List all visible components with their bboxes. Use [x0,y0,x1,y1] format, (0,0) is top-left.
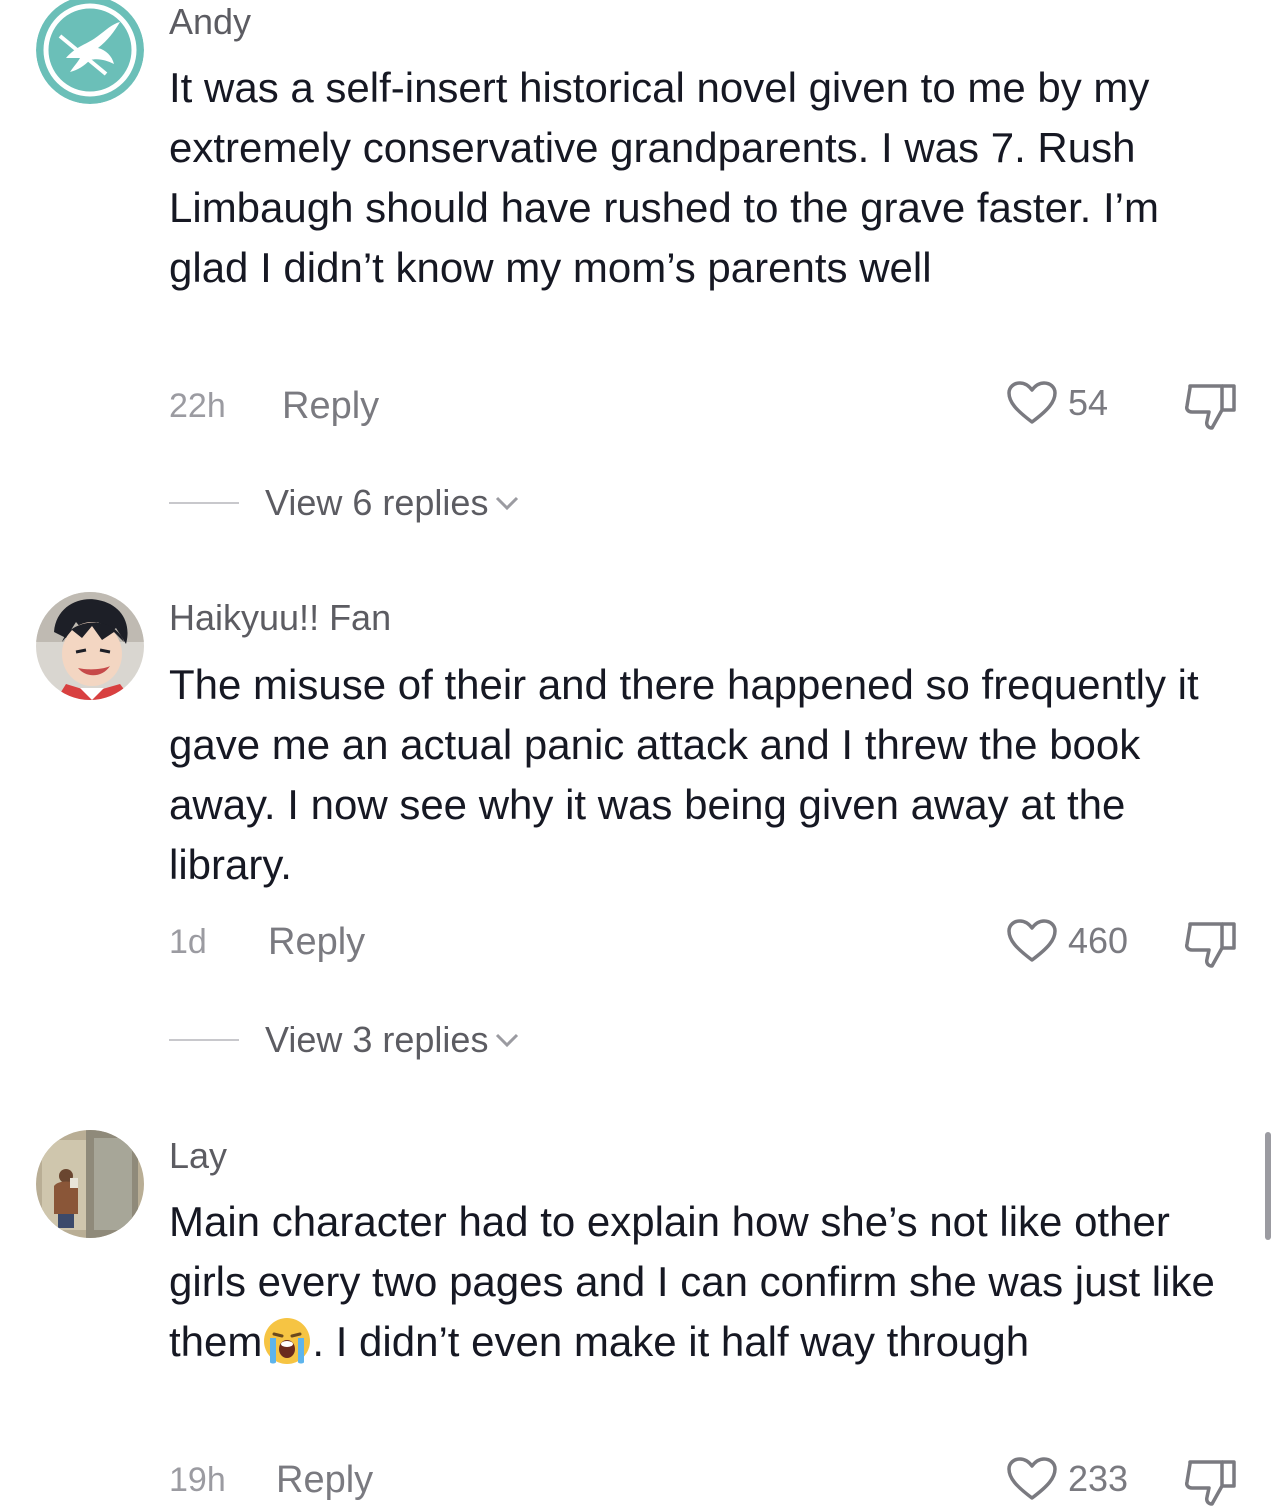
mirror-selfie-icon [36,1130,144,1238]
heart-icon [1007,1457,1057,1500]
loudly-crying-face-emoji-icon [264,1318,311,1364]
view-replies-button[interactable]: View 3 replies [169,1019,520,1061]
mockingjay-icon [36,0,144,104]
dislike-icon[interactable] [1182,1456,1240,1508]
reply-button[interactable]: Reply [276,1458,373,1502]
view-replies-label: View 3 replies [265,1019,489,1060]
avatar[interactable] [36,592,144,700]
dislike-icon[interactable] [1182,380,1240,432]
scrollbar[interactable] [1265,1132,1271,1240]
like-button[interactable]: 460 [1006,918,1128,964]
comment-text: The misuse of their and there happened s… [169,661,1199,888]
comment-time: 1d [169,923,207,961]
like-count: 233 [1068,1458,1129,1499]
divider [169,1039,239,1041]
divider [169,502,239,504]
chevron-down-icon [496,1033,519,1048]
view-replies-label: View 6 replies [265,482,489,523]
anime-character-icon [36,592,144,700]
like-count: 460 [1068,920,1129,961]
like-button[interactable]: 54 [1006,380,1108,426]
avatar[interactable] [36,0,144,104]
comment-time: 19h [169,1461,226,1499]
comment-text: Main character had to explain how she’s … [169,1192,1244,1372]
like-count: 54 [1068,382,1109,423]
avatar[interactable] [36,1130,144,1238]
username[interactable]: Haikyuu!! Fan [169,596,391,640]
username[interactable]: Lay [169,1134,227,1178]
reply-button[interactable]: Reply [268,920,365,964]
heart-icon [1007,381,1057,424]
dislike-icon[interactable] [1182,918,1240,970]
view-replies-button[interactable]: View 6 replies [169,482,520,524]
comment-text: It was a self-insert historical novel gi… [169,64,1159,291]
username[interactable]: Andy [169,0,251,44]
comment-time: 22h [169,387,226,425]
chevron-down-icon [496,496,519,511]
comment-text-part: . I didn’t even make it half way through [312,1318,1030,1365]
heart-icon [1007,919,1057,962]
like-button[interactable]: 233 [1006,1456,1128,1502]
reply-button[interactable]: Reply [282,384,379,428]
